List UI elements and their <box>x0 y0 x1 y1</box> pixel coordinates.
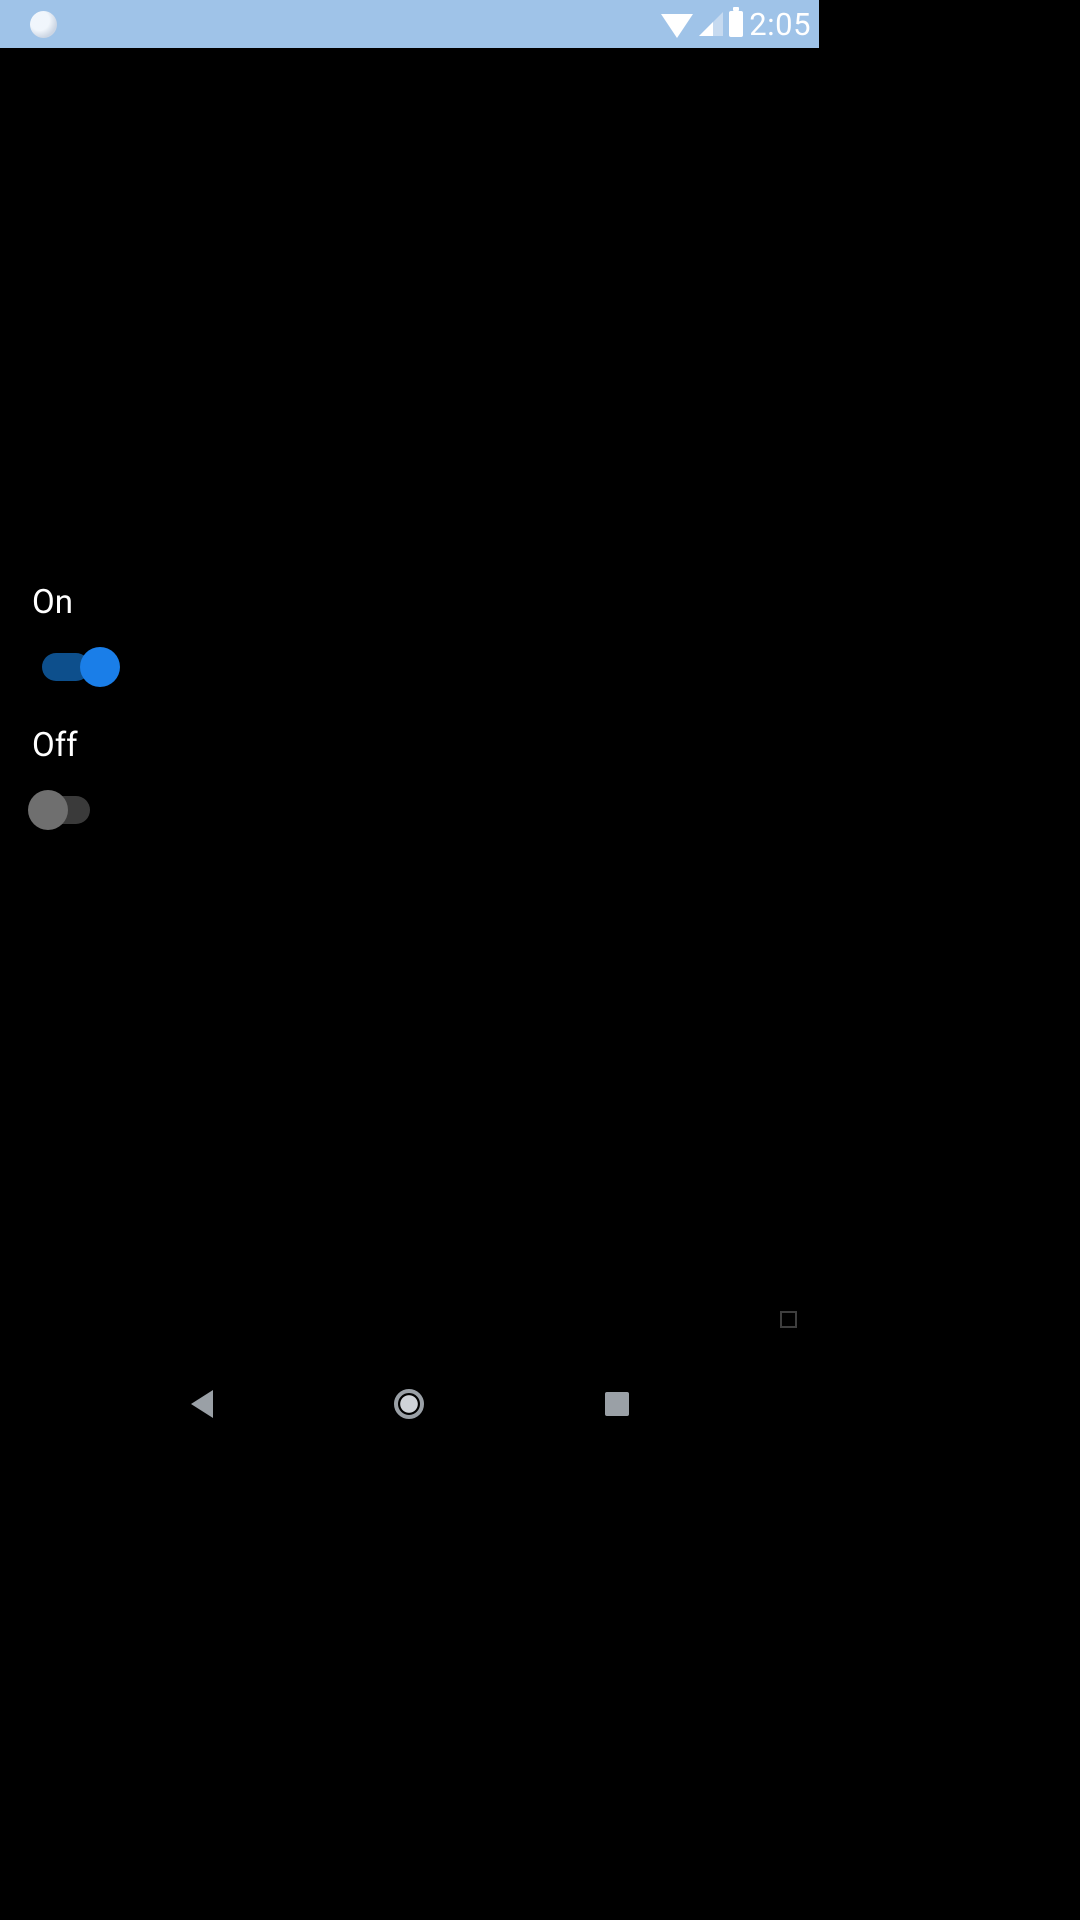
battery-icon <box>729 11 743 37</box>
main-content: On Off <box>0 48 819 1368</box>
nav-home-button[interactable] <box>394 1389 424 1419</box>
cell-signal-icon <box>699 12 723 36</box>
status-clock: 2:05 <box>749 6 811 43</box>
status-bar: 2:05 <box>0 0 819 48</box>
toggle-label-off: Off <box>32 729 78 762</box>
notification-dot-icon <box>30 11 57 38</box>
nav-overview-button[interactable] <box>605 1392 629 1416</box>
switch-thumb-icon <box>28 790 68 830</box>
crop-indicator-icon <box>780 1311 797 1328</box>
status-bar-left <box>30 11 57 38</box>
switch-thumb-icon <box>80 647 120 687</box>
nav-back-button[interactable] <box>191 1390 213 1418</box>
switch-on[interactable] <box>42 647 104 687</box>
status-bar-right: 2:05 <box>661 6 811 43</box>
toggle-label-on: On <box>32 586 73 619</box>
navigation-bar <box>0 1368 819 1440</box>
wifi-icon <box>661 14 693 38</box>
toggle-row-on: On <box>32 586 787 687</box>
switch-off[interactable] <box>42 790 104 830</box>
toggle-row-off: Off <box>32 729 787 830</box>
